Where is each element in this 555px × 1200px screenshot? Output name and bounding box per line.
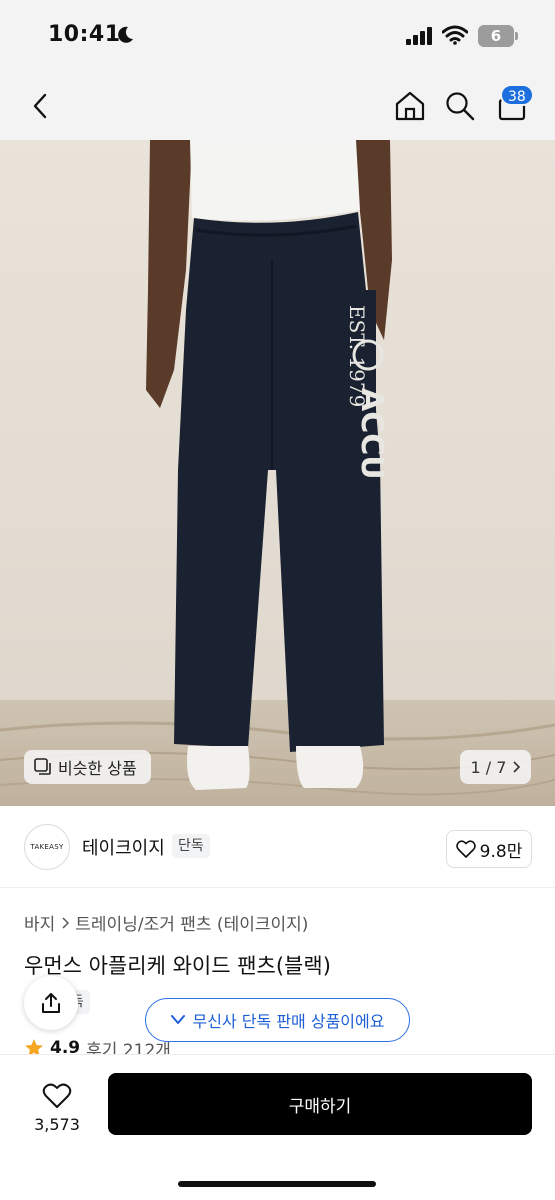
- status-time: 10:41: [48, 22, 121, 47]
- buy-button-label: 구매하기: [288, 1096, 352, 1117]
- bottom-action-bar: 3,573 구매하기: [0, 1054, 555, 1200]
- battery-icon: 6: [478, 25, 518, 47]
- wishlist-button[interactable]: 3,573: [20, 1073, 94, 1143]
- exclusive-sale-text: 무신사 단독 판매 상품이에요: [192, 1012, 385, 1031]
- search-icon: [446, 92, 475, 121]
- home-button[interactable]: [388, 72, 432, 140]
- breadcrumb-item-pants[interactable]: 바지: [24, 910, 55, 935]
- back-button[interactable]: [18, 72, 62, 140]
- breadcrumb: 바지 트레이닝/조거 팬츠 (테이크이지): [24, 910, 308, 935]
- brand-like-button[interactable]: 9.8만: [446, 830, 532, 868]
- moon-icon: [118, 26, 133, 43]
- cart-count-badge: 38: [500, 84, 534, 106]
- heart-icon: [455, 840, 476, 858]
- status-bar: 10:41 6: [0, 0, 555, 72]
- home-icon: [395, 91, 425, 121]
- nav-bar: [0, 72, 555, 140]
- breadcrumb-item-category[interactable]: 트레이닝/조거 팬츠 (테이크이지): [75, 910, 308, 935]
- wishlist-count: 3,573: [34, 1114, 80, 1134]
- chevron-right-icon: [513, 761, 521, 773]
- heart-icon: [42, 1083, 72, 1108]
- similar-products-label: 비슷한 상품: [58, 759, 137, 778]
- brand-logo[interactable]: TAKEASY: [24, 824, 70, 870]
- image-page-indicator[interactable]: 1 / 7: [460, 750, 531, 784]
- buy-button[interactable]: 구매하기: [108, 1073, 532, 1135]
- brand-like-count: 9.8만: [479, 841, 523, 862]
- home-indicator: [178, 1181, 376, 1187]
- battery-level: 6: [490, 27, 502, 45]
- chevron-left-icon: [33, 93, 47, 119]
- brand-logo-text: TAKEASY: [30, 843, 64, 851]
- signal-icon: [406, 27, 432, 45]
- product-title: 우먼스 아플리케 와이드 팬츠(블랙): [24, 954, 331, 978]
- print-text-accu: ACCU: [354, 388, 389, 480]
- brand-name[interactable]: 테이크이지: [82, 834, 165, 860]
- share-button[interactable]: [24, 976, 78, 1030]
- check-icon: [170, 1015, 185, 1024]
- similar-products-button[interactable]: 비슷한 상품: [24, 750, 151, 784]
- wifi-icon: [442, 25, 468, 45]
- product-image-carousel[interactable]: EST. 1979 ACCU 비슷한 상품 1 / 7: [0, 140, 555, 806]
- search-button[interactable]: [438, 72, 482, 140]
- chevron-right-icon: [62, 916, 70, 929]
- stack-icon: [34, 758, 51, 775]
- exclusive-sale-banner[interactable]: 무신사 단독 판매 상품이에요: [145, 998, 410, 1042]
- product-photo: EST. 1979 ACCU: [0, 140, 555, 806]
- brand-exclusive-tag: 단독: [172, 834, 210, 858]
- brand-row: TAKEASY 테이크이지 단독 9.8만: [0, 806, 555, 888]
- battery-cap: [515, 32, 518, 40]
- page-indicator-text: 1 / 7: [470, 757, 507, 777]
- share-icon: [42, 993, 60, 1013]
